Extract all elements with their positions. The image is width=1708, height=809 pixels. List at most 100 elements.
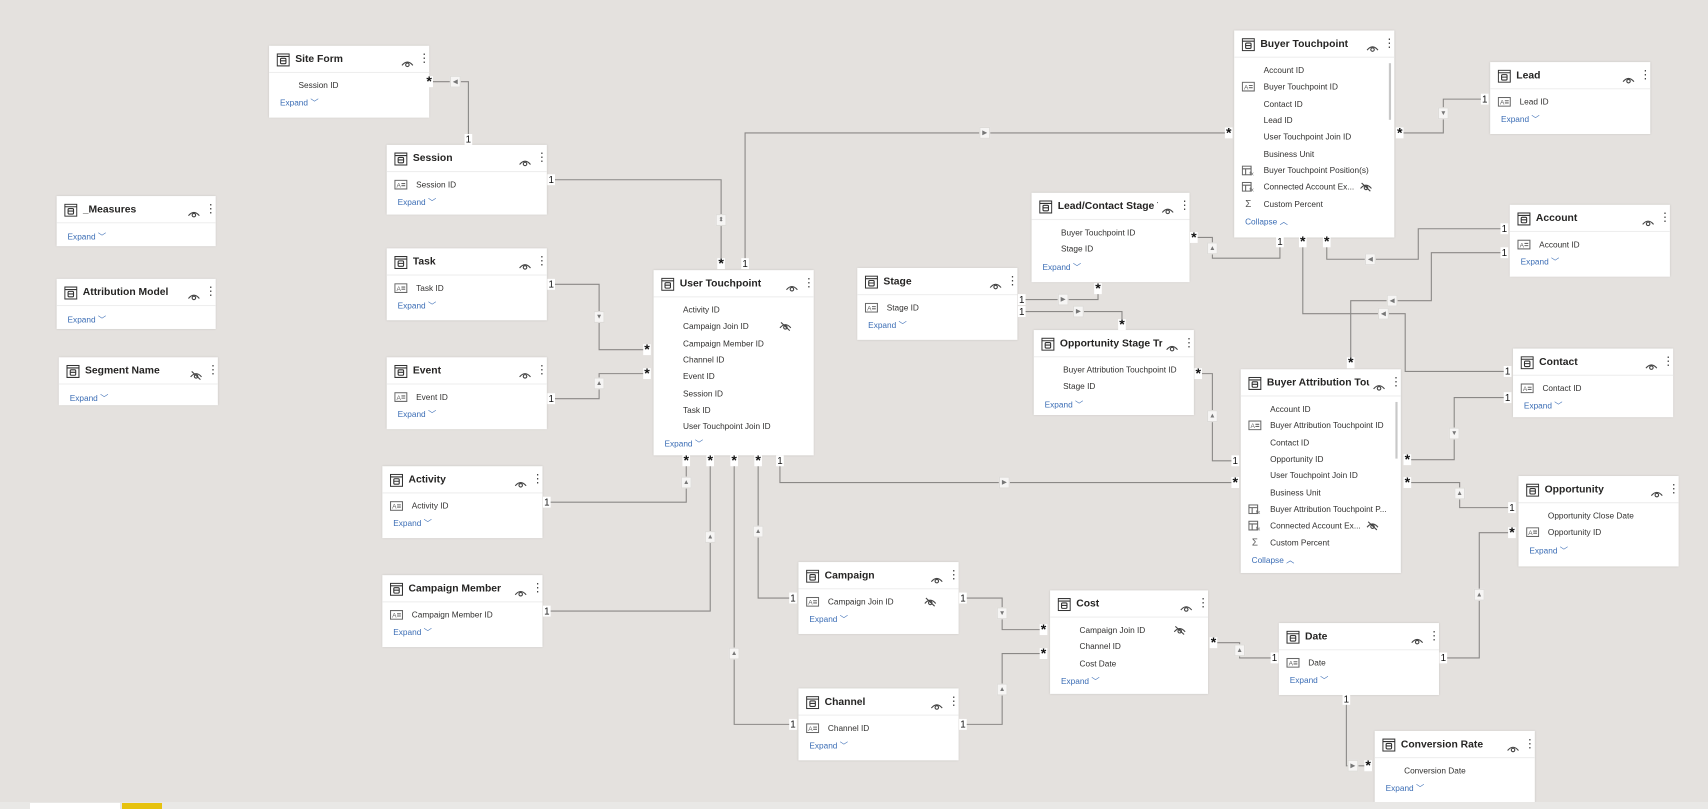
field-row[interactable]: Channel ID — [1050, 639, 1208, 656]
field-row[interactable]: fx Connected Account Ex... — [1234, 179, 1394, 196]
expand-link[interactable]: Expand ﹀ — [1518, 541, 1678, 560]
more-options-icon[interactable]: ⋮ — [1007, 275, 1019, 287]
relationship-line[interactable] — [1345, 699, 1369, 767]
more-options-icon[interactable]: ⋮ — [536, 255, 548, 267]
field-row[interactable]: Contact ID — [1234, 95, 1394, 112]
field-row[interactable]: A Channel ID — [798, 720, 958, 737]
table-card-campaign[interactable]: Campaign ⋮ A Campaign Join ID Expand ﹀ — [798, 562, 960, 634]
expand-link[interactable]: Expand ﹀ — [1375, 779, 1535, 798]
more-options-icon[interactable]: ⋮ — [418, 52, 430, 65]
more-options-icon[interactable]: ⋮ — [205, 203, 217, 215]
field-row[interactable]: User Touchpoint Join ID — [654, 418, 814, 435]
table-header[interactable]: _Measures ⋮ — [56, 196, 217, 224]
table-card-opportunity[interactable]: Opportunity ⋮ Opportunity Close Date A O… — [1518, 476, 1680, 567]
eye-icon[interactable] — [1642, 213, 1655, 226]
eye-icon[interactable] — [1411, 631, 1424, 644]
expand-link[interactable]: Expand ﹀ — [387, 193, 547, 212]
field-row[interactable]: Campaign Join ID — [654, 318, 814, 335]
model-canvas[interactable]: Site Form ⋮ Session ID Expand ﹀ Session … — [0, 0, 1708, 809]
expand-link[interactable]: Expand ﹀ — [1510, 253, 1670, 272]
more-options-icon[interactable]: ⋮ — [948, 569, 960, 581]
eye-icon[interactable] — [989, 276, 1002, 289]
table-header[interactable]: Session ⋮ — [386, 145, 548, 173]
table-header[interactable]: Opportunity ⋮ — [1518, 476, 1680, 504]
eye-icon[interactable] — [519, 365, 532, 379]
field-row[interactable]: fx Buyer Touchpoint Position(s) — [1234, 162, 1394, 179]
eye-hidden-icon[interactable] — [1359, 182, 1372, 192]
field-row[interactable]: Stage ID — [1034, 378, 1194, 395]
relationship-line[interactable] — [1021, 310, 1123, 325]
table-header[interactable]: Buyer Touchpoint ⋮ — [1234, 31, 1395, 58]
expand-link[interactable]: Expand ﹀ — [1279, 671, 1439, 690]
expand-link[interactable]: Expand ﹀ — [382, 623, 542, 642]
field-row[interactable]: fx Connected Account Ex... — [1241, 518, 1401, 535]
table-header[interactable]: Channel ⋮ — [798, 688, 960, 716]
table-card-buyer-attribution-tou[interactable]: Buyer Attribution Tou... ⋮ Account ID A … — [1240, 369, 1402, 573]
table-card-lead[interactable]: Lead ⋮ A Lead ID Expand ﹀ — [1490, 62, 1651, 134]
relationship-line[interactable] — [551, 179, 722, 264]
field-row[interactable]: A Contact ID — [1513, 380, 1673, 397]
field-row[interactable]: Σ Custom Percent — [1234, 195, 1394, 212]
more-options-icon[interactable]: ⋮ — [1183, 337, 1195, 349]
scrollbar[interactable] — [1388, 63, 1392, 120]
table-header[interactable]: User Touchpoint ⋮ — [653, 270, 815, 298]
expand-link[interactable]: Expand ﹀ — [1032, 258, 1190, 277]
page-tab-add[interactable] — [122, 803, 162, 809]
expand-link[interactable]: Expand ﹀ — [57, 310, 216, 329]
expand-link[interactable]: Expand ﹀ — [857, 316, 1017, 335]
field-row[interactable]: A Buyer Attribution Touchpoint ID — [1241, 418, 1401, 435]
eye-icon[interactable] — [514, 583, 527, 596]
field-row[interactable]: Contact ID — [1241, 434, 1401, 451]
expand-link[interactable]: Expand ﹀ — [57, 228, 216, 247]
expand-link[interactable]: Expand ﹀ — [798, 737, 958, 756]
table-card-account[interactable]: Account ⋮ A Account ID Expand ﹀ — [1509, 204, 1671, 277]
field-row[interactable]: Campaign Member ID — [654, 335, 814, 352]
eye-icon[interactable] — [187, 204, 200, 217]
table-card-date[interactable]: Date ⋮ A Date Expand ﹀ — [1278, 623, 1440, 695]
table-card-activity[interactable]: Activity ⋮ A Activity ID Expand ﹀ — [382, 466, 544, 539]
table-header[interactable]: Opportunity Stage Tr... ⋮ — [1033, 330, 1195, 358]
eye-icon[interactable] — [1650, 484, 1663, 497]
table-card-session[interactable]: Session ⋮ A Session ID Expand ﹀ — [386, 144, 548, 215]
collapse-link[interactable]: Collapse ︿ — [1241, 551, 1401, 570]
more-options-icon[interactable]: ⋮ — [1428, 630, 1440, 642]
table-card-lead-contact-stage-t[interactable]: Lead/Contact Stage T... ⋮ Buyer Touchpoi… — [1031, 192, 1191, 283]
table-header[interactable]: Activity ⋮ — [382, 466, 544, 494]
field-row[interactable]: Event ID — [654, 368, 814, 385]
eye-icon[interactable] — [1373, 377, 1386, 391]
table-header[interactable]: Lead ⋮ — [1490, 62, 1651, 90]
eye-hidden-icon[interactable] — [1366, 521, 1379, 531]
expand-link[interactable]: Expand ﹀ — [1490, 110, 1650, 129]
field-row[interactable]: User Touchpoint Join ID — [1234, 129, 1394, 146]
field-row[interactable]: A Task ID — [387, 280, 547, 297]
eye-hidden-icon[interactable] — [779, 322, 792, 332]
table-card-task[interactable]: Task ⋮ A Task ID Expand ﹀ — [386, 248, 548, 321]
eye-icon[interactable] — [1166, 338, 1179, 351]
eye-icon[interactable] — [514, 474, 527, 488]
expand-link[interactable]: Expand ﹀ — [59, 389, 218, 408]
eye-icon[interactable] — [1366, 39, 1379, 52]
field-row[interactable]: Buyer Attribution Touchpoint ID — [1034, 362, 1194, 379]
table-header[interactable]: Contact ⋮ — [1513, 349, 1674, 376]
table-card-segment-name[interactable]: Segment Name ⋮ Expand ﹀ — [58, 357, 219, 408]
field-row[interactable]: A Event ID — [387, 389, 547, 406]
relationship-line[interactable] — [733, 460, 794, 725]
field-row[interactable]: Opportunity Close Date — [1518, 508, 1678, 525]
field-row[interactable]: A Campaign Join ID — [798, 594, 958, 611]
table-card-conversion-rate[interactable]: Conversion Rate ⋮ Conversion Date Expand… — [1374, 730, 1536, 803]
relationship-line[interactable] — [1302, 241, 1508, 372]
table-header[interactable]: Segment Name ⋮ — [58, 357, 219, 385]
field-row[interactable]: User Touchpoint Join ID — [1241, 468, 1401, 485]
relationship-line[interactable] — [429, 81, 469, 140]
expand-link[interactable]: Expand ﹀ — [1034, 395, 1194, 414]
field-row[interactable]: Stage ID — [1032, 241, 1190, 258]
field-row[interactable]: Business Unit — [1241, 484, 1401, 501]
more-options-icon[interactable]: ⋮ — [536, 364, 548, 376]
field-row[interactable]: Session ID — [269, 77, 429, 94]
eye-icon[interactable] — [519, 153, 532, 166]
eye-icon[interactable] — [1645, 357, 1658, 370]
field-row[interactable]: Business Unit — [1234, 145, 1394, 162]
table-header[interactable]: Lead/Contact Stage T... ⋮ — [1031, 193, 1191, 221]
table-header[interactable]: Campaign Member ⋮ — [382, 575, 544, 603]
table-header[interactable]: Stage ⋮ — [857, 268, 1019, 296]
